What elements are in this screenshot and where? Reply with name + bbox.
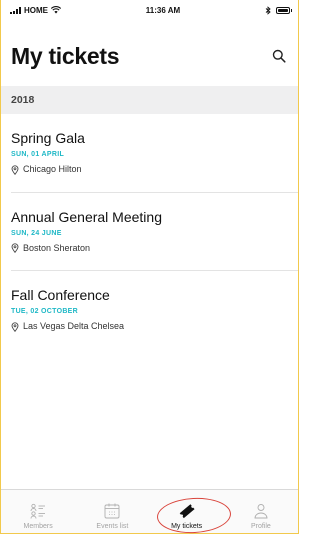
calendar-icon [104,503,120,519]
battery-icon [275,6,292,14]
ticket-venue-label: Boston Sheraton [23,242,91,253]
ticket-name: Fall Conference [11,287,110,303]
ticket-item[interactable]: Fall Conference TUE, 02 OCTOBER Las Vega… [1,271,298,350]
status-left: HOME [10,6,61,15]
ticket-venue: Boston Sheraton [11,243,298,254]
bluetooth-icon [265,5,271,15]
carrier-label: HOME [24,5,48,15]
location-pin-icon [11,164,19,175]
tab-bar: Members Events list My tickets Profile [1,489,298,533]
ticket-date: TUE, 02 OCTOBER [11,308,78,315]
ticket-name: Annual General Meeting [11,208,162,225]
tab-profile[interactable]: Profile [224,490,298,533]
ticket-venue-label: Las Vegas Delta Chelsea [23,321,125,331]
tab-profile-label: Profile [250,523,271,530]
location-pin-icon [11,321,19,332]
search-icon[interactable] [272,49,286,63]
tab-members[interactable]: Members [1,490,75,533]
ticket-name: Spring Gala [11,130,85,146]
ticket-venue: Las Vegas Delta Chelsea [11,321,298,332]
signal-icon [10,6,21,14]
tab-events-list-label: Events list [96,523,129,530]
ticket-date: SUN, 01 APRIL [11,151,65,158]
app-screen: HOME 11:36 AM My tickets 2018 Spring Gal… [0,0,299,534]
page-title: My tickets [11,43,120,69]
ticket-list: Spring Gala SUN, 01 APRIL Chicago Hilton… [1,114,298,350]
tab-events-list[interactable]: Events list [75,490,149,533]
header: My tickets [1,40,298,76]
ticket-item[interactable]: Spring Gala SUN, 01 APRIL Chicago Hilton [1,114,298,193]
ticket-date: SUN, 24 JUNE [11,229,62,237]
members-icon [30,503,46,519]
location-pin-icon [11,243,19,253]
ticket-venue: Chicago Hilton [11,164,298,175]
ticket-item[interactable]: Annual General Meeting SUN, 24 JUNE Bost… [1,193,298,272]
wifi-icon [51,6,61,14]
tab-members-label: Members [23,523,53,530]
section-year-label: 2018 [11,94,35,106]
status-right [265,5,292,15]
ticket-venue-label: Chicago Hilton [23,164,82,174]
status-bar: HOME 11:36 AM [1,0,298,20]
profile-icon [254,504,268,519]
section-header-year: 2018 [1,86,298,114]
status-time: 11:36 AM [145,5,181,15]
